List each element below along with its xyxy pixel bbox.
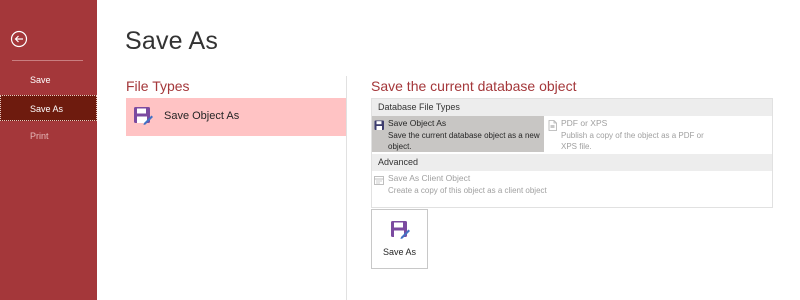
client-object-icon	[374, 173, 385, 185]
sidebar-item-save[interactable]: Save	[0, 67, 97, 93]
save-object-small-icon	[374, 118, 385, 130]
save-object-icon	[133, 106, 153, 126]
save-as-button[interactable]: Save As	[371, 209, 428, 269]
file-type-label: Save Object As	[164, 110, 240, 122]
column-divider	[346, 76, 347, 300]
option-pdf-or-xps[interactable]: PDF or XPS Publish a copy of the object …	[545, 116, 745, 152]
file-type-save-object-as[interactable]: Save Object As	[126, 98, 346, 136]
save-as-button-label: Save As	[382, 247, 417, 257]
sidebar-separator	[12, 60, 83, 61]
option-save-object-as[interactable]: Save Object As Save the current database…	[372, 116, 544, 152]
option-description: Publish a copy of the object as a PDF or…	[561, 131, 704, 151]
back-arrow-icon	[10, 30, 28, 48]
pdf-document-icon	[547, 118, 558, 131]
option-description: Save the current database object as a ne…	[388, 131, 540, 151]
save-current-heading: Save the current database object	[371, 78, 577, 94]
group-header-database-file-types: Database File Types	[372, 99, 772, 116]
option-description: Create a copy of this object as a client…	[388, 186, 547, 195]
page-title: Save As	[125, 27, 219, 55]
group-header-advanced: Advanced	[372, 154, 772, 171]
save-as-icon	[390, 220, 410, 240]
sidebar-item-print[interactable]: Print	[0, 123, 97, 149]
option-save-as-client-object[interactable]: Save As Client Object Create a copy of t…	[372, 171, 572, 207]
back-button[interactable]	[9, 29, 29, 49]
option-title: PDF or XPS	[561, 118, 608, 128]
file-types-heading: File Types	[126, 78, 190, 94]
sidebar-item-save-as[interactable]: Save As	[0, 95, 97, 121]
option-title: Save Object As	[388, 118, 447, 128]
save-options-panel: Database File Types Save Object As Save …	[371, 98, 773, 208]
option-title: Save As Client Object	[388, 173, 471, 183]
backstage-sidebar: Save Save As Print	[0, 0, 97, 300]
